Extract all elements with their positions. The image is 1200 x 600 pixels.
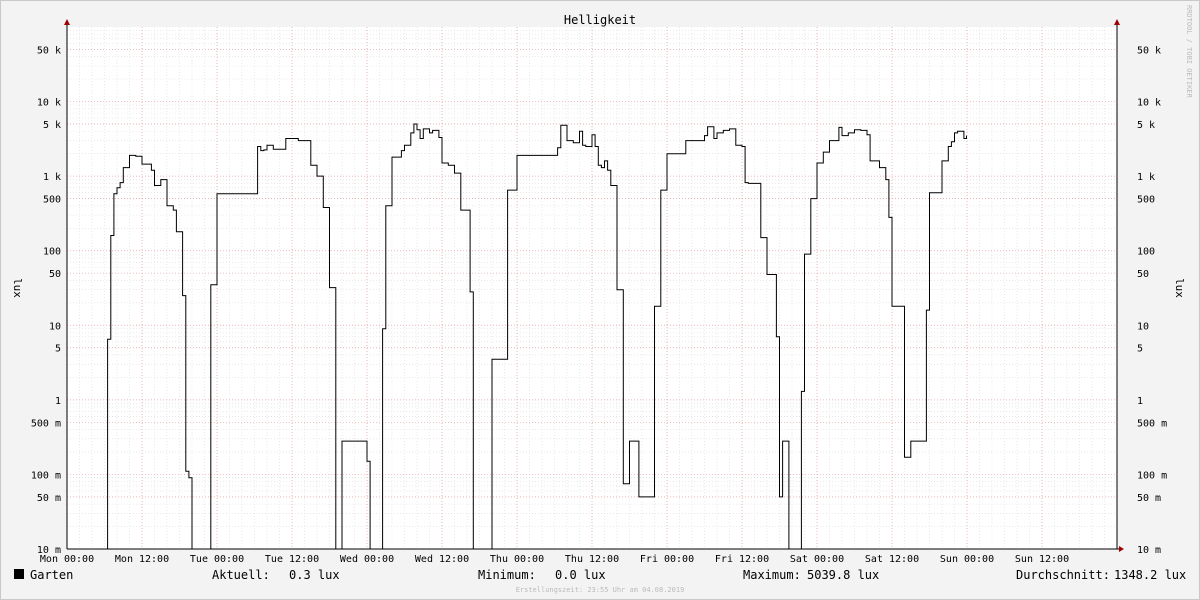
y-tick-label-left: 5 k <box>43 120 61 131</box>
legend-series-name: Garten <box>30 568 73 582</box>
y-tick-label-right: 100 m <box>1137 470 1167 481</box>
y-tick-label-left: 50 k <box>37 45 61 56</box>
x-tick-label: Thu 12:00 <box>565 554 619 565</box>
y-tick-label-left: 1 <box>55 396 61 407</box>
x-tick-label: Wed 00:00 <box>340 554 394 565</box>
y-tick-label-right: 1 <box>1137 396 1143 407</box>
chart-title: Helligkeit <box>564 13 636 27</box>
x-tick-label: Sat 00:00 <box>790 554 844 565</box>
legend-durchschnitt-label: Durchschnitt: <box>1016 568 1110 582</box>
y-tick-label-right: 5 k <box>1137 120 1155 131</box>
y-tick-label-left: 100 m <box>31 470 61 481</box>
y-tick-label-right: 500 m <box>1137 418 1167 429</box>
x-tick-label: Tue 12:00 <box>265 554 319 565</box>
legend-aktuell-value: 0.3 lux <box>289 568 340 582</box>
y-tick-label-right: 1 k <box>1137 172 1155 183</box>
x-axis-arrow <box>1119 546 1124 552</box>
y-tick-label-left: 1 k <box>43 172 61 183</box>
legend: Garten Aktuell: 0.3 lux Minimum: 0.0 lux… <box>14 568 1186 582</box>
watermark: RRDTOOL / TOBI OETIKER <box>1185 5 1193 99</box>
legend-aktuell-label: Aktuell: <box>212 568 270 582</box>
legend-minimum-label: Minimum: <box>478 568 536 582</box>
x-tick-label: Mon 12:00 <box>115 554 169 565</box>
y-axis-label-right: lux <box>1173 278 1186 298</box>
legend-swatch <box>14 569 24 579</box>
y-axis-label-left: lux <box>11 278 24 298</box>
footer-timestamp: Erstellungszeit: 23:55 Uhr am 04.08.2019 <box>516 586 685 594</box>
legend-maximum-label: Maximum: <box>743 568 801 582</box>
y-tick-label-left: 10 k <box>37 98 61 109</box>
y-tick-label-left: 500 m <box>31 418 61 429</box>
y-tick-label-left: 100 <box>43 247 61 258</box>
x-tick-label: Sat 12:00 <box>865 554 919 565</box>
chart: 10 m 10 m50 m 50 m100 m 100 m500 m 500 m1 15 5… <box>11 5 1193 594</box>
y-tick-label-left: 10 <box>49 321 61 332</box>
legend-maximum-value: 5039.8 lux <box>807 568 879 582</box>
x-tick-label: Wed 12:00 <box>415 554 469 565</box>
y-axis-arrow-right <box>1114 19 1120 25</box>
y-tick-label-right: 5 <box>1137 344 1143 355</box>
y-axis-arrow-left <box>64 19 70 25</box>
y-tick-label-right: 50 <box>1137 269 1149 280</box>
x-tick-label: Thu 00:00 <box>490 554 544 565</box>
y-tick-label-left: 50 <box>49 269 61 280</box>
y-tick-label-right: 50 m <box>1137 493 1161 504</box>
x-tick-label: Fri 00:00 <box>640 554 694 565</box>
legend-durchschnitt-value: 1348.2 lux <box>1114 568 1186 582</box>
y-tick-label-right: 10 m <box>1137 545 1161 556</box>
y-tick-label-right: 10 k <box>1137 98 1161 109</box>
y-tick-label-left: 500 <box>43 195 61 206</box>
x-tick-label: Mon 00:00 <box>40 554 94 565</box>
y-tick-label-right: 50 k <box>1137 45 1161 56</box>
x-tick-label: Sun 12:00 <box>1015 554 1069 565</box>
y-tick-label-left: 5 <box>55 344 61 355</box>
x-tick-label: Fri 12:00 <box>715 554 769 565</box>
y-tick-label-right: 500 <box>1137 195 1155 206</box>
x-tick-label: Tue 00:00 <box>190 554 244 565</box>
y-tick-label-right: 10 <box>1137 321 1149 332</box>
x-tick-label: Sun 00:00 <box>940 554 994 565</box>
y-tick-label-right: 100 <box>1137 247 1155 258</box>
legend-minimum-value: 0.0 lux <box>555 568 606 582</box>
y-tick-label-left: 50 m <box>37 493 61 504</box>
